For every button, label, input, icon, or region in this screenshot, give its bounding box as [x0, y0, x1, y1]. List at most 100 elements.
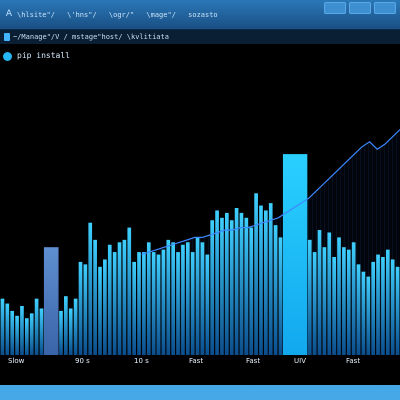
bar-15	[73, 298, 78, 355]
bar-48	[234, 208, 239, 355]
path-bar: ~/Manage"/V / mstage"host/ \kvlitiata	[0, 30, 400, 44]
bar-28	[137, 252, 141, 355]
bar-69	[337, 237, 341, 355]
bar-33	[161, 249, 166, 355]
bar-7	[34, 298, 39, 355]
bar-37	[181, 244, 185, 355]
app-icon: A	[5, 9, 13, 19]
bar-51	[249, 227, 254, 355]
bar-32	[156, 254, 161, 355]
highlight-bar-2	[282, 154, 308, 355]
bar-49	[239, 212, 244, 355]
path-text: ~/Manage"/V / mstage"host/ \kvlitiata	[13, 33, 169, 41]
x-label-fast-3: Fast	[346, 357, 361, 365]
bar-36	[176, 252, 180, 355]
bar-71	[346, 249, 351, 355]
terminal-window: A \hlsite"/ \'hns"/ \ogr/" \mage"/ sozas…	[0, 0, 400, 385]
bar-75	[366, 276, 371, 355]
bar-66	[322, 247, 327, 355]
highlight-bar-1	[43, 247, 59, 355]
tab-1[interactable]: \hlsite"/	[17, 11, 55, 19]
command-text: pip install	[17, 51, 70, 60]
bar-47	[229, 220, 234, 355]
bar-27	[132, 261, 136, 355]
bar-29	[142, 252, 146, 355]
bar-76	[371, 261, 376, 355]
prompt-dot-icon	[3, 52, 12, 61]
bar-78	[381, 257, 385, 355]
bar-4	[20, 306, 24, 355]
tab-2[interactable]: \'hns"/	[67, 11, 97, 19]
bar-77	[376, 254, 380, 355]
bar-55	[268, 203, 273, 355]
bar-35	[171, 242, 176, 355]
bar-26	[127, 227, 132, 355]
tab-3[interactable]: \ogr/"	[109, 11, 134, 19]
title-bar: A \hlsite"/ \'hns"/ \ogr/" \mage"/ sozas…	[0, 0, 400, 30]
x-label-fast-2: Fast	[246, 357, 261, 365]
bar-80	[390, 259, 395, 355]
bar-6	[29, 313, 34, 355]
bar-73	[356, 264, 361, 355]
bar-50	[244, 217, 249, 355]
bar-57	[278, 237, 283, 355]
close-button[interactable]	[374, 2, 396, 14]
bar-65	[317, 230, 322, 355]
folder-icon	[4, 33, 10, 41]
x-label-uiv: UIV	[294, 357, 306, 365]
x-label-90s: 90 s	[75, 357, 90, 365]
bar-25	[122, 239, 127, 355]
bar-52	[254, 193, 258, 355]
bar-72	[351, 242, 356, 355]
bar-46	[224, 212, 229, 355]
bar-1	[5, 303, 10, 355]
bar-0	[0, 298, 5, 355]
bar-70	[342, 247, 346, 355]
bar-54	[264, 210, 268, 355]
tab-strip: \hlsite"/ \'hns"/ \ogr/" \mage"/ sozasto	[17, 8, 277, 22]
bar-79	[385, 249, 390, 355]
command-line[interactable]: pip install	[0, 46, 400, 66]
bar-41	[200, 242, 205, 355]
bar-17	[83, 264, 88, 355]
maximize-button[interactable]	[349, 2, 371, 14]
bar-22	[107, 244, 112, 355]
bar-chart	[0, 129, 400, 355]
bar-8	[39, 308, 44, 355]
bar-3	[15, 315, 19, 355]
bar-39	[190, 252, 195, 355]
bar-81	[395, 266, 400, 355]
x-label-fast-1: Fast	[189, 357, 204, 365]
x-axis-labels: Slow 90 s 10 s Fast Fast UIV Fast	[0, 355, 400, 385]
window-controls	[324, 2, 396, 14]
bar-20	[98, 266, 102, 355]
bar-68	[332, 257, 336, 355]
bar-67	[327, 232, 332, 355]
bar-21	[103, 259, 107, 355]
bar-30	[146, 242, 151, 355]
bar-13	[64, 296, 68, 355]
bar-2	[10, 310, 15, 355]
bar-53	[259, 205, 263, 355]
minimize-button[interactable]	[324, 2, 346, 14]
bar-56	[273, 225, 278, 355]
bar-24	[117, 242, 122, 355]
bar-16	[78, 261, 83, 355]
x-label-slow: Slow	[8, 357, 25, 365]
bar-5	[24, 318, 29, 355]
tab-5[interactable]: sozasto	[188, 11, 218, 19]
bar-38	[185, 242, 190, 355]
bar-43	[210, 220, 215, 355]
bar-12	[59, 310, 63, 355]
bar-19	[93, 239, 97, 355]
bar-63	[307, 239, 312, 355]
bar-42	[205, 254, 210, 355]
bar-74	[361, 271, 366, 355]
bar-64	[312, 252, 317, 355]
bar-34	[166, 239, 171, 355]
bar-31	[151, 252, 156, 355]
bar-23	[112, 252, 117, 355]
bar-40	[195, 237, 200, 355]
x-label-10s: 10 s	[134, 357, 149, 365]
tab-4[interactable]: \mage"/	[146, 11, 176, 19]
